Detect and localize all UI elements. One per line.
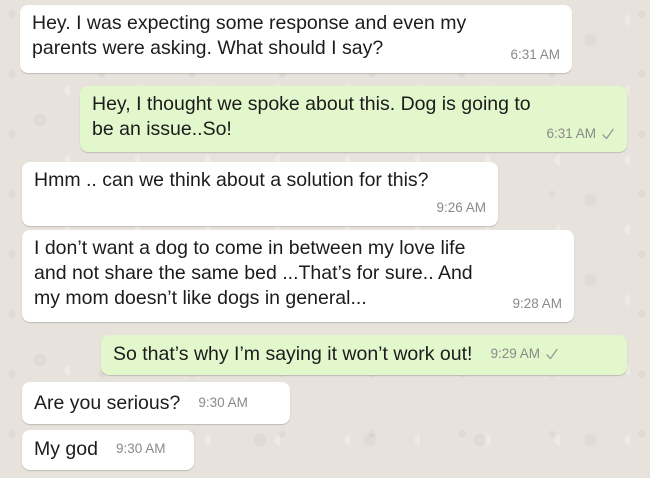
message-text: My god [34, 438, 98, 460]
message-meta: 9:30 AM [198, 390, 248, 416]
message-text: Hmm .. can we think about a solution for… [34, 169, 429, 191]
message-time: 6:31 AM [510, 47, 560, 62]
chat-thread: Hey. I was expecting some response and e… [0, 0, 650, 478]
message-text: Hey, I thought we spoke about this. Dog … [92, 93, 531, 140]
message-bubble-incoming[interactable]: Hmm .. can we think about a solution for… [22, 162, 498, 226]
check-icon [602, 128, 614, 139]
message-time: 9:30 AM [198, 395, 248, 410]
message-meta: 6:31 AM [546, 121, 615, 146]
message-bubble-outgoing[interactable]: So that’s why I’m saying it won’t work o… [101, 335, 627, 375]
message-meta: 9:30 AM [116, 436, 166, 462]
message-text: I don’t want a dog to come in between my… [34, 237, 473, 309]
message-text: Hey. I was expecting some response and e… [32, 12, 467, 59]
message-meta: 9:28 AM [512, 291, 562, 316]
check-icon [546, 348, 558, 359]
message-time: 9:29 AM [490, 346, 540, 361]
message-time: 9:30 AM [115, 441, 166, 456]
message-meta: 9:29 AM [490, 341, 559, 367]
message-meta: 9:26 AM [436, 195, 486, 220]
message-bubble-incoming[interactable]: Are you serious? 9:30 AM [22, 382, 290, 424]
message-time: 9:28 AM [512, 296, 562, 311]
message-bubble-incoming[interactable]: Hey. I was expecting some response and e… [20, 5, 572, 73]
message-time: 6:31 AM [546, 126, 596, 141]
message-meta: 6:31 AM [510, 42, 560, 67]
message-text: So that’s why I’m saying it won’t work o… [113, 343, 473, 365]
message-bubble-outgoing[interactable]: Hey, I thought we spoke about this. Dog … [80, 86, 627, 152]
message-text: Are you serious? [34, 392, 181, 414]
message-bubble-incoming[interactable]: My god 9:30 AM [22, 430, 194, 470]
message-bubble-incoming[interactable]: I don’t want a dog to come in between my… [22, 230, 574, 322]
message-time: 9:26 AM [436, 200, 486, 215]
